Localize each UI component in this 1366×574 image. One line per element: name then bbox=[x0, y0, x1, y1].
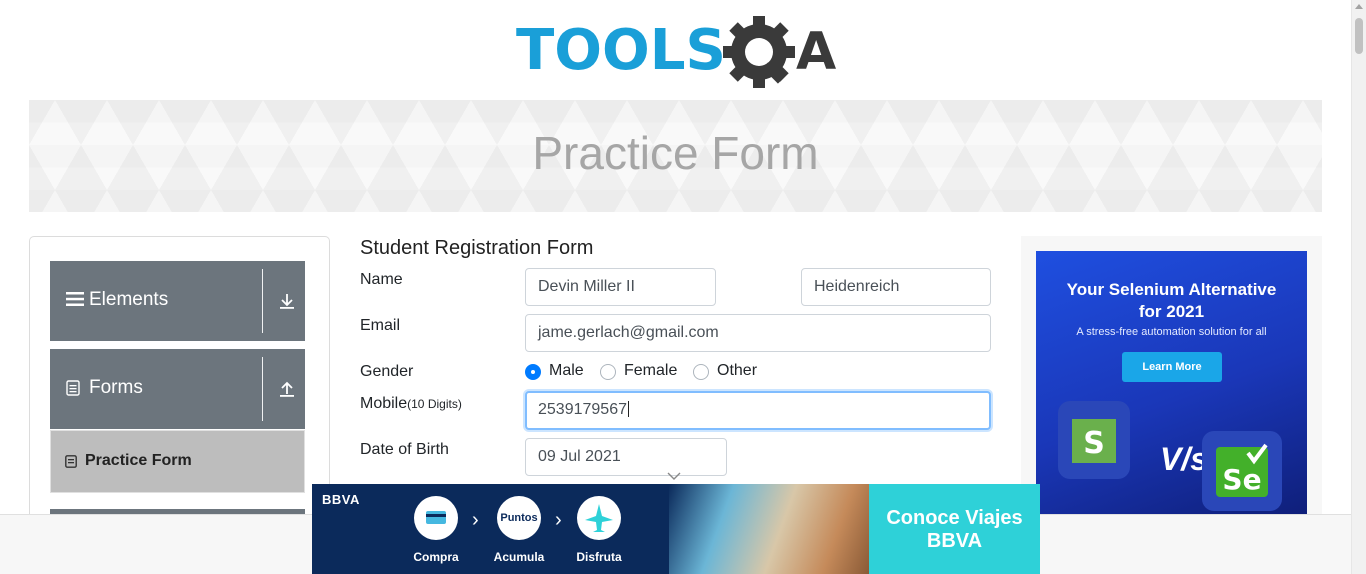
ad-step-label: Acumula bbox=[493, 550, 545, 564]
card-icon bbox=[414, 496, 458, 540]
chevron-right-icon: › bbox=[555, 509, 562, 531]
logo-text-tools: TOOLS bbox=[516, 18, 726, 83]
date-of-birth-input[interactable]: 09 Jul 2021 bbox=[525, 438, 727, 476]
menu-icon bbox=[66, 291, 84, 312]
download-icon[interactable] bbox=[278, 292, 296, 315]
selenium-logo-icon: Se bbox=[1202, 431, 1282, 511]
points-badge: Puntos bbox=[497, 496, 541, 540]
ad-headline: Your Selenium Alternative for 2021 bbox=[1066, 280, 1277, 321]
svg-text:Se: Se bbox=[1222, 463, 1261, 496]
logo-text-a: A bbox=[796, 22, 836, 82]
last-name-input[interactable]: Heidenreich bbox=[801, 268, 991, 306]
gender-label: Gender bbox=[360, 363, 414, 380]
radio-indicator bbox=[525, 364, 541, 380]
page-banner: Practice Form bbox=[29, 100, 1322, 212]
sidebar: Elements Forms Practice Form bbox=[29, 236, 330, 526]
katalon-logo-icon: S bbox=[1058, 401, 1130, 479]
gender-radio-female[interactable]: Female bbox=[600, 362, 685, 382]
bottom-ad-banner[interactable]: BBVA Compra › Puntos Acumula › Disfruta … bbox=[312, 484, 1040, 574]
ad-step-acumula: Puntos Acumula bbox=[489, 496, 549, 564]
radio-indicator bbox=[693, 364, 709, 380]
gender-radio-male[interactable]: Male bbox=[525, 362, 595, 382]
mobile-label: Mobile(10 Digits) bbox=[360, 395, 462, 413]
chevron-right-icon: › bbox=[472, 509, 479, 531]
mobile-hint: (10 Digits) bbox=[407, 397, 462, 411]
ad-step-label: Compra bbox=[413, 550, 459, 564]
ad-step-label: Disfruta bbox=[576, 550, 622, 564]
radio-label: Male bbox=[549, 362, 584, 379]
ad-photo bbox=[669, 484, 869, 574]
ad-cta[interactable]: Conoce Viajes BBVA bbox=[869, 484, 1040, 574]
versus-text: V/s bbox=[1160, 441, 1209, 477]
upload-icon[interactable] bbox=[278, 380, 296, 403]
divider bbox=[262, 269, 263, 333]
ad-subline: A stress-free automation solution for al… bbox=[1076, 326, 1267, 338]
sidebar-item-practice-form[interactable]: Practice Form bbox=[50, 430, 305, 493]
sidebar-group-label: Forms bbox=[89, 377, 143, 398]
ad-step-disfruta: Disfruta bbox=[569, 496, 629, 564]
sidebar-group-forms[interactable]: Forms bbox=[50, 349, 305, 429]
scroll-up-icon[interactable] bbox=[1355, 4, 1363, 9]
document-icon bbox=[66, 380, 80, 401]
radio-indicator bbox=[600, 364, 616, 380]
radio-label: Female bbox=[624, 362, 678, 379]
gender-radio-other[interactable]: Other bbox=[693, 362, 768, 382]
mobile-input[interactable]: 2539179567 bbox=[525, 391, 991, 430]
svg-text:S: S bbox=[1083, 426, 1105, 461]
form-icon bbox=[65, 455, 77, 473]
divider bbox=[262, 357, 263, 421]
ad-right-banner[interactable]: Your Selenium Alternative for 2021 A str… bbox=[1036, 251, 1307, 514]
form-title: Student Registration Form bbox=[360, 237, 594, 259]
dob-label: Date of Birth bbox=[360, 441, 449, 458]
mobile-value: 2539179567 bbox=[538, 401, 627, 418]
chevron-down-icon[interactable] bbox=[666, 468, 682, 486]
text-caret bbox=[627, 401, 629, 417]
ad-step-compra: Compra bbox=[406, 496, 466, 564]
radio-label: Other bbox=[717, 362, 758, 379]
email-input[interactable]: jame.gerlach@gmail.com bbox=[525, 314, 991, 352]
sidebar-group-label: Elements bbox=[89, 289, 169, 310]
learn-more-button[interactable]: Learn More bbox=[1122, 352, 1222, 382]
page-scrollbar[interactable] bbox=[1351, 0, 1366, 574]
toolsqa-logo[interactable]: TOOLS A bbox=[516, 14, 838, 92]
ad-brand: BBVA bbox=[322, 492, 360, 507]
sidebar-item-label: Practice Form bbox=[85, 452, 192, 469]
gear-icon bbox=[723, 16, 795, 88]
mobile-label-text: Mobile bbox=[360, 395, 408, 412]
email-label: Email bbox=[360, 317, 401, 334]
first-name-input[interactable]: Devin Miller II bbox=[525, 268, 716, 306]
page-title: Practice Form bbox=[532, 127, 819, 179]
name-label: Name bbox=[360, 271, 403, 288]
sidebar-group-elements[interactable]: Elements bbox=[50, 261, 305, 341]
airplane-icon bbox=[577, 496, 621, 540]
scrollbar-thumb[interactable] bbox=[1355, 18, 1363, 54]
